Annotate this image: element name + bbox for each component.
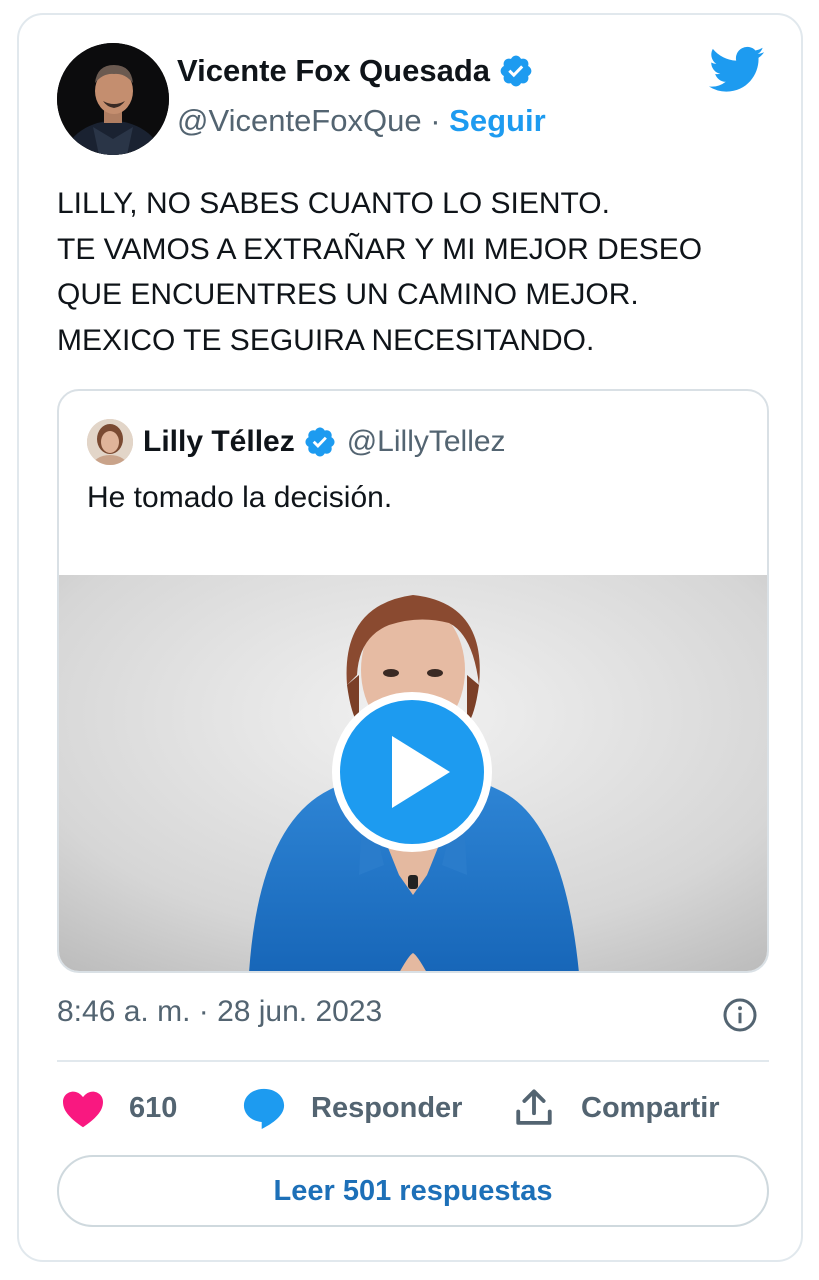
play-icon[interactable]	[332, 692, 492, 852]
author-name-row[interactable]: Vicente Fox Quesada	[177, 53, 534, 89]
info-icon[interactable]	[722, 997, 758, 1033]
reply-bubble-icon	[243, 1088, 285, 1130]
author-avatar[interactable]	[57, 43, 169, 155]
quoted-author-avatar[interactable]	[87, 419, 133, 465]
tweet-text-line: QUE ENCUENTRES UN CAMINO MEJOR.	[57, 278, 639, 311]
quoted-author-handle[interactable]: @LillyTellez	[347, 425, 506, 459]
divider	[57, 1060, 769, 1062]
quoted-author-name[interactable]: Lilly Téllez	[143, 425, 295, 459]
tweet-timestamp[interactable]: 8:46 a. m. · 28 jun. 2023	[57, 995, 382, 1029]
reply-button[interactable]: Responder	[241, 1081, 462, 1135]
like-count: 610	[129, 1091, 178, 1124]
verified-badge-icon	[305, 427, 335, 457]
tweet-text: LILLY, NO SABES CUANTO LO SIENTO. TE VAM…	[57, 181, 777, 363]
tweet-text-line: LILLY, NO SABES CUANTO LO SIENTO.	[57, 187, 610, 220]
tweet-card: Vicente Fox Quesada @VicenteFoxQue · Seg…	[17, 13, 803, 1262]
author-handle-row: @VicenteFoxQue · Seguir	[177, 103, 546, 139]
quoted-header: Lilly Téllez @LillyTellez	[143, 419, 506, 465]
video-thumbnail[interactable]	[59, 575, 767, 971]
reply-label: Responder	[311, 1091, 463, 1124]
quoted-tweet[interactable]: Lilly Téllez @LillyTellez He tomado la d…	[57, 389, 769, 973]
separator-dot: ·	[430, 103, 441, 138]
quoted-tweet-text: He tomado la decisión.	[87, 481, 393, 514]
tweet-text-line: MEXICO TE SEGUIRA NECESITANDO.	[57, 323, 595, 357]
read-replies-button[interactable]: Leer 501 respuestas	[57, 1155, 769, 1227]
author-handle[interactable]: @VicenteFoxQue	[177, 103, 422, 138]
tweet-text-line: TE VAMOS A EXTRAÑAR Y MI MEJOR DESEO	[57, 232, 703, 266]
share-label: Compartir	[581, 1091, 720, 1124]
author-name[interactable]: Vicente Fox Quesada	[177, 53, 490, 89]
like-button[interactable]: 610	[61, 1081, 177, 1135]
heart-icon	[63, 1091, 103, 1128]
verified-badge-icon	[500, 55, 532, 87]
twitter-bird-icon[interactable]	[709, 45, 765, 95]
follow-button[interactable]: Seguir	[449, 103, 545, 138]
share-icon	[516, 1089, 552, 1125]
share-button[interactable]: Compartir	[513, 1081, 720, 1135]
